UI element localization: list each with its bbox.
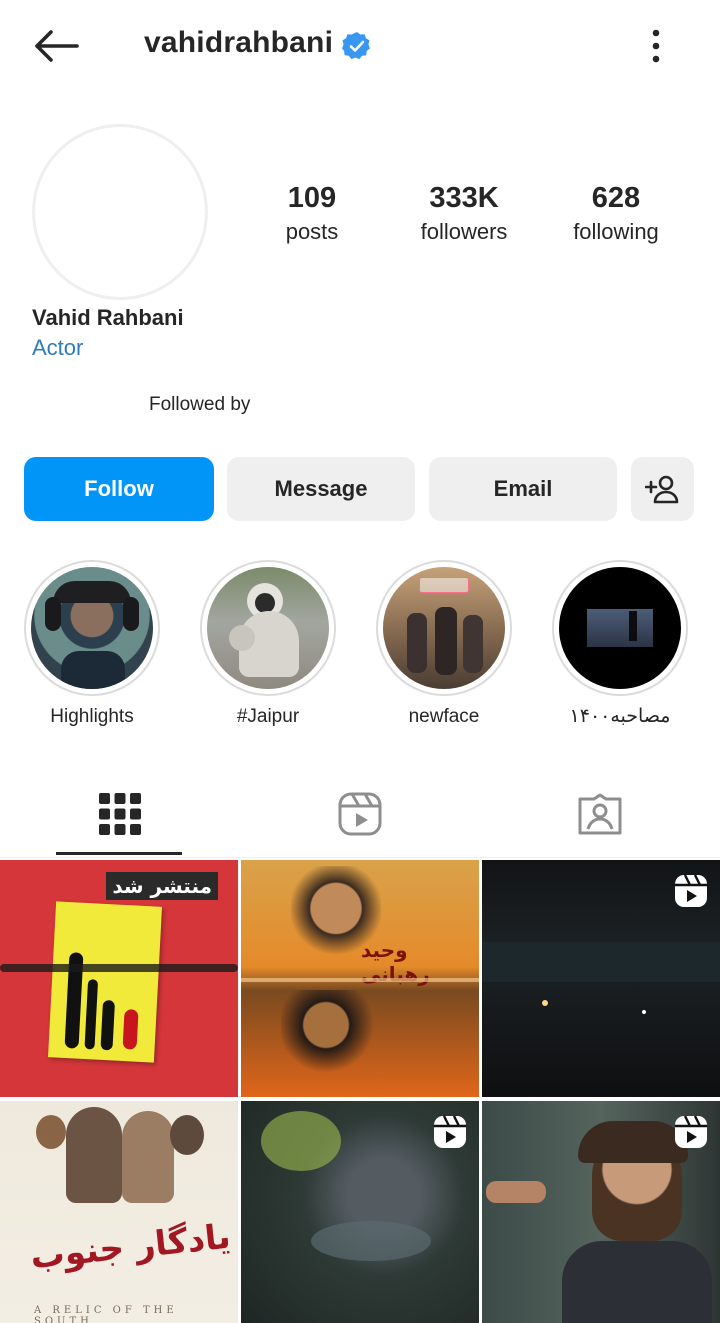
followers-count-label: followers bbox=[420, 219, 508, 244]
follow-button[interactable]: Follow bbox=[24, 457, 214, 521]
post-thumbnail[interactable]: وحید رهبانی bbox=[241, 860, 479, 1097]
following-count-value: 628 bbox=[591, 182, 641, 214]
grid-icon bbox=[99, 793, 141, 835]
profile-tabs bbox=[0, 770, 720, 858]
profile-username: vahidrahbani bbox=[144, 26, 334, 59]
message-button[interactable]: Message bbox=[227, 457, 415, 521]
email-button[interactable]: Email bbox=[429, 457, 617, 521]
post-thumbnail[interactable] bbox=[241, 1101, 479, 1323]
highlight-label: Highlights bbox=[50, 706, 134, 727]
followed-by-text[interactable]: Followed by bbox=[149, 394, 250, 416]
post-subtitle-text: A RELIC OF THE SOUTH bbox=[34, 1305, 178, 1323]
tagged-icon bbox=[578, 793, 622, 835]
verified-badge-icon bbox=[342, 31, 372, 61]
highlight-label: مصاحبه۱۴۰۰ bbox=[569, 706, 671, 727]
highlight-item[interactable]: newface bbox=[374, 560, 514, 730]
post-title-text: یادگار جنوب bbox=[28, 1216, 233, 1278]
posts-count-label: posts bbox=[285, 219, 339, 244]
display-name: Vahid Rahbani bbox=[32, 305, 184, 330]
post-title-text: منتشر شد bbox=[106, 872, 218, 900]
posts-grid: منتشر شد وحید رهبانی یادگار جنوب A RELIC… bbox=[0, 860, 720, 1323]
post-thumbnail[interactable]: منتشر شد bbox=[0, 860, 238, 1097]
followers-count[interactable]: 333K followers bbox=[404, 180, 524, 248]
back-arrow-icon[interactable] bbox=[30, 24, 82, 68]
tab-reels[interactable] bbox=[240, 770, 480, 858]
post-thumbnail[interactable] bbox=[482, 860, 720, 1097]
following-count-label: following bbox=[573, 219, 659, 244]
post-thumbnail[interactable] bbox=[482, 1101, 720, 1323]
highlight-cover-image bbox=[31, 567, 153, 689]
highlight-item[interactable]: #Jaipur bbox=[198, 560, 338, 730]
profile-category: Actor bbox=[32, 335, 84, 360]
active-tab-indicator bbox=[56, 852, 182, 855]
top-bar: vahidrahbani bbox=[0, 0, 720, 92]
reel-badge-icon bbox=[434, 1115, 466, 1148]
tab-posts-grid[interactable] bbox=[0, 770, 240, 858]
reel-badge-icon bbox=[675, 874, 707, 907]
highlight-cover-image bbox=[207, 567, 329, 689]
posts-count-value: 109 bbox=[287, 182, 337, 214]
posts-count[interactable]: 109 posts bbox=[262, 180, 362, 248]
highlight-cover-image bbox=[383, 567, 505, 689]
following-count[interactable]: 628 following bbox=[556, 180, 676, 248]
followers-count-value: 333K bbox=[429, 182, 499, 214]
add-user-icon bbox=[644, 475, 678, 504]
highlight-label: #Jaipur bbox=[236, 706, 300, 727]
highlight-label: newface bbox=[408, 706, 480, 727]
reels-icon bbox=[338, 792, 382, 836]
highlight-item[interactable]: Highlights bbox=[22, 560, 162, 730]
highlight-cover-image bbox=[559, 567, 681, 689]
more-options-icon[interactable] bbox=[640, 24, 672, 68]
reel-badge-icon bbox=[675, 1115, 707, 1148]
profile-avatar[interactable] bbox=[32, 124, 208, 300]
post-thumbnail[interactable]: یادگار جنوب A RELIC OF THE SOUTH bbox=[0, 1101, 238, 1323]
add-user-button[interactable] bbox=[631, 457, 694, 521]
tab-tagged[interactable] bbox=[480, 770, 720, 858]
highlight-item[interactable]: مصاحبه۱۴۰۰ bbox=[550, 560, 690, 730]
